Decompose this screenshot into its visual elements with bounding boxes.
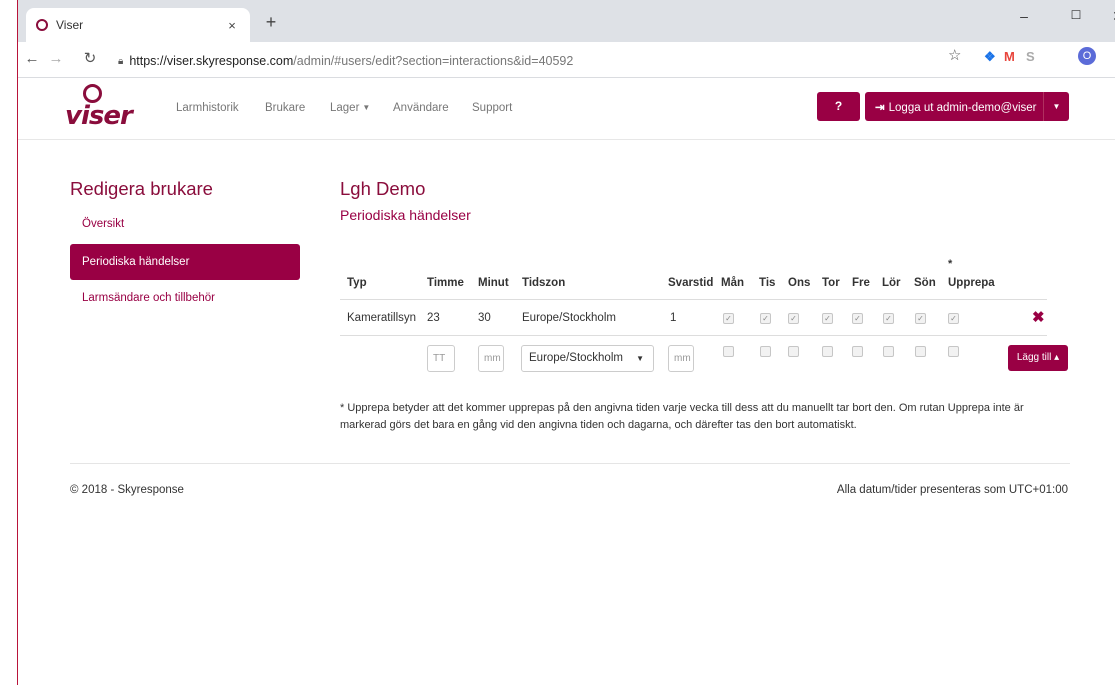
checkbox-lor[interactable]: [883, 346, 894, 357]
th-timme: Timme: [427, 277, 464, 289]
cell-timme: 23: [427, 312, 440, 324]
nav-link-brukare[interactable]: Brukare: [265, 102, 305, 114]
footnote: * Upprepa betyder att det kommer upprepa…: [340, 402, 1024, 431]
svarstid-input[interactable]: mm: [668, 345, 694, 372]
viser-logo[interactable]: viser: [65, 84, 133, 132]
checkbox-upprepa-checked: ✓: [948, 313, 959, 324]
page-title: Lgh Demo: [340, 178, 426, 199]
delete-row-icon[interactable]: ✖: [1032, 308, 1045, 326]
checkbox-ons[interactable]: [788, 346, 799, 357]
extension-dropbox-icon[interactable]: ❖: [984, 49, 996, 65]
cell-svarstid: 1: [670, 312, 677, 324]
checkbox-tis[interactable]: [760, 346, 771, 357]
browser-tabbar: Viser × + – ☐ ✕: [18, 0, 1115, 42]
th-fre: Fre: [852, 277, 870, 289]
th-svarstid: Svarstid: [668, 277, 714, 289]
forward-icon[interactable]: →: [46, 50, 66, 68]
minut-input[interactable]: mm: [478, 345, 504, 372]
th-man: Mån: [721, 277, 744, 289]
checkbox-son[interactable]: [915, 346, 926, 357]
checkbox-son-checked: ✓: [915, 313, 926, 324]
url-host: https://viser.skyresponse.com: [129, 54, 294, 68]
new-tab-button[interactable]: +: [261, 13, 281, 31]
nav-link-lager[interactable]: Lager ▼: [330, 102, 370, 114]
th-upprepa: Upprepa: [948, 277, 995, 289]
logout-dropdown-toggle[interactable]: ▼: [1043, 92, 1069, 121]
sidebar-item-periodiska-handelser[interactable]: Periodiska händelser: [70, 244, 300, 280]
checkbox-fre-checked: ✓: [852, 313, 863, 324]
select-caret-icon: ▼: [636, 354, 644, 363]
sidebar-title: Redigera brukare: [70, 178, 213, 199]
tab-close-icon[interactable]: ×: [224, 18, 240, 33]
logout-icon: ⇥: [875, 101, 885, 114]
tidszon-select[interactable]: Europe/Stockholm ▼: [521, 345, 654, 372]
nav-link-lager-label: Lager: [330, 102, 360, 114]
address-bar[interactable]: 🔒︎ https://viser.skyresponse.com /admin/…: [118, 48, 1076, 74]
table-divider: [340, 299, 1047, 300]
th-typ: Typ: [347, 277, 367, 289]
checkbox-man[interactable]: [723, 346, 734, 357]
sidebar-item-larmsandare[interactable]: Larmsändare och tillbehör: [70, 280, 300, 316]
timme-input[interactable]: TT: [427, 345, 455, 372]
tab-title: Viser: [56, 18, 84, 32]
extension-gmail-icon[interactable]: M: [1004, 49, 1015, 64]
add-button[interactable]: Lägg till ▴: [1008, 345, 1068, 371]
maximize-icon[interactable]: ☐: [1066, 8, 1086, 22]
th-tor: Tor: [822, 277, 840, 289]
close-icon[interactable]: ✕: [1108, 8, 1115, 25]
url-path: /admin/#users/edit?section=interactions&…: [293, 54, 574, 68]
cell-typ: Kameratillsyn: [347, 312, 417, 324]
logout-main[interactable]: ⇥ Logga ut admin-demo@viser: [865, 100, 1043, 114]
tidszon-select-value: Europe/Stockholm: [529, 352, 623, 364]
th-lor: Lör: [882, 277, 901, 289]
caret-down-icon: ▼: [362, 103, 371, 113]
browser-tab[interactable]: Viser ×: [26, 8, 250, 42]
profile-avatar[interactable]: O: [1078, 47, 1096, 65]
nav-link-anvandare[interactable]: Användare: [393, 102, 449, 114]
lock-icon: 🔒︎: [118, 55, 124, 67]
checkbox-tor[interactable]: [822, 346, 833, 357]
sidebar-item-oversikt[interactable]: Översikt: [70, 206, 300, 242]
cell-tidszon: Europe/Stockholm: [522, 312, 616, 324]
bookmark-star-icon[interactable]: ☆: [948, 46, 961, 64]
th-upprepa-star: *: [948, 258, 953, 270]
th-tis: Tis: [759, 277, 776, 289]
checkbox-fre[interactable]: [852, 346, 863, 357]
help-button[interactable]: ?: [817, 92, 860, 121]
copyright: © 2018 - Skyresponse: [70, 484, 184, 496]
checkbox-man-checked: ✓: [723, 313, 734, 324]
th-minut: Minut: [478, 277, 509, 289]
th-ons: Ons: [788, 277, 811, 289]
back-icon[interactable]: ←: [22, 50, 42, 68]
nav-link-larmhistorik[interactable]: Larmhistorik: [176, 102, 239, 114]
cell-minut: 30: [478, 312, 491, 324]
browser-toolbar: ← → ↻ 🔒︎ https://viser.skyresponse.com /…: [18, 42, 1115, 78]
checkbox-ons-checked: ✓: [788, 313, 799, 324]
help-icon: ?: [834, 99, 843, 113]
site-navbar: viser Larmhistorik Brukare Lager ▼ Använd…: [18, 78, 1115, 140]
th-son: Sön: [914, 277, 936, 289]
table-divider: [340, 335, 1047, 336]
viser-favicon-icon: [36, 19, 48, 31]
logo-text: viser: [65, 101, 133, 131]
extension-skype-icon[interactable]: S: [1026, 49, 1035, 64]
checkbox-tor-checked: ✓: [822, 313, 833, 324]
logout-button[interactable]: ⇥ Logga ut admin-demo@viser ▼: [865, 92, 1069, 121]
minimize-icon[interactable]: –: [1014, 8, 1034, 24]
reload-icon[interactable]: ↻: [80, 50, 100, 68]
timezone-note: Alla datum/tider presenteras som UTC+01:…: [836, 484, 1068, 496]
th-tidszon: Tidszon: [522, 277, 566, 289]
checkbox-lor-checked: ✓: [883, 313, 894, 324]
nav-link-support[interactable]: Support: [472, 102, 512, 114]
checkbox-tis-checked: ✓: [760, 313, 771, 324]
section-subtitle: Periodiska händelser: [340, 207, 471, 223]
footer-divider: [70, 463, 1070, 464]
logout-label: Logga ut admin-demo@viser: [888, 101, 1037, 114]
checkbox-upprepa[interactable]: [948, 346, 959, 357]
